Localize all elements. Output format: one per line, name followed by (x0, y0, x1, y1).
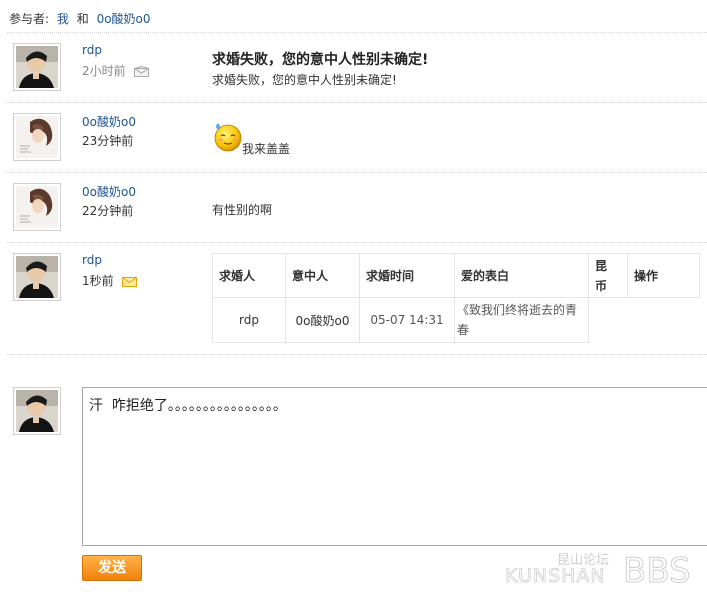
username-link[interactable]: 0o酸奶o0 (82, 113, 136, 130)
avatar-girl-icon (16, 186, 58, 228)
username-link[interactable]: 0o酸奶o0 (82, 183, 136, 200)
avatar-girl-icon (16, 116, 58, 158)
message-title: 求婚失败，您的意中人性别未确定! (212, 52, 429, 68)
proposal-table: 求婚人 意中人 求婚时间 爱的表白 昆币 操作 rdp 0o酸奶o0 05-07… (212, 253, 700, 343)
watermark-bbs: BBS (623, 551, 691, 586)
time-text: 22分钟前 (82, 204, 134, 218)
table-header: 昆币 (588, 253, 628, 298)
username-link[interactable]: rdp (82, 253, 102, 267)
avatar-rdp[interactable] (13, 43, 61, 91)
mail-unread-icon (122, 277, 138, 287)
avatar-0o[interactable] (13, 113, 61, 161)
time-text: 2小时前 (82, 64, 126, 78)
reply-textarea[interactable]: 汗 咋拒绝了。。。。。。。。。。。。。。。。 (82, 387, 707, 546)
message-item: 0o酸奶o0 22分钟前 有性别的啊 (7, 173, 707, 243)
table-cell (628, 298, 700, 343)
participants-and: 和 (76, 12, 89, 26)
message-item: rdp 2小时前 求婚失败，您的意中人性别未确定! 求婚失败，您的意中人性别未确… (7, 33, 707, 103)
table-header: 爱的表白 (454, 253, 589, 298)
table-cell (589, 298, 628, 343)
mail-read-icon (134, 66, 150, 77)
table-cell: 05-07 14:31 (359, 297, 455, 343)
avatar-man-icon (16, 390, 58, 432)
message-time: 1秒前 (82, 272, 138, 289)
shy-emoticon-icon (214, 123, 242, 152)
message-item: 0o酸奶o0 23分钟前 我来盖盖 (7, 103, 707, 173)
time-text: 23分钟前 (82, 134, 134, 148)
avatar-man-icon (16, 46, 58, 88)
table-header: 求婚人 (212, 253, 286, 298)
time-text: 1秒前 (82, 274, 114, 288)
avatar-man-icon (16, 256, 58, 298)
table-cell: 0o酸奶o0 (285, 297, 360, 343)
participant-me-link[interactable]: 我 (57, 12, 69, 26)
table-cell: rdp (212, 297, 286, 343)
watermark-en: KUNSHAN (505, 565, 606, 586)
participant-other-link[interactable]: 0o酸奶o0 (97, 12, 151, 26)
message-body: 有性别的啊 (212, 203, 273, 217)
message-item: rdp 1秒前 求婚人 意中人 求婚时间 爱的表白 昆币 操作 rdp 0o酸奶… (7, 243, 707, 355)
username-link[interactable]: rdp (82, 43, 102, 57)
message-time: 2小时前 (82, 62, 150, 79)
table-cell-link[interactable]: 《致我们终将逝去的青春 (454, 297, 589, 343)
message-body: 求婚失败，您的意中人性别未确定! (212, 73, 397, 87)
avatar-rdp[interactable] (13, 253, 61, 301)
table-header: 操作 (627, 253, 700, 298)
table-row: rdp 0o酸奶o0 05-07 14:31 《致我们终将逝去的青春 (212, 297, 700, 343)
message-body: 我来盖盖 (242, 142, 291, 156)
reply-avatar (13, 387, 61, 435)
participants-bar: 参与者: 我 和 0o酸奶o0 (9, 10, 151, 27)
kunshan-bbs-watermark: 昆山论坛 KUNSHAN BBS (505, 551, 691, 587)
send-button[interactable]: 发送 (82, 555, 142, 581)
participants-label: 参与者: (9, 12, 50, 26)
table-header: 意中人 (285, 253, 360, 298)
table-header: 求婚时间 (359, 253, 455, 298)
avatar-0o[interactable] (13, 183, 61, 231)
